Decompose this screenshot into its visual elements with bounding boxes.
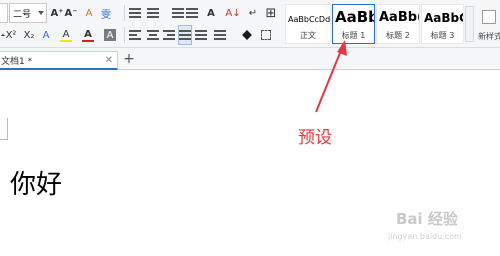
style-sample: AaBb (335, 8, 375, 26)
style-sample: AaBbCcDd (288, 15, 331, 24)
page-margin-marker (0, 118, 8, 140)
align-left-button[interactable] (128, 25, 142, 45)
fill-color-button[interactable] (238, 25, 256, 45)
document-tab[interactable]: 文档1 * ✕ (0, 51, 118, 70)
numbered-list-icon (147, 8, 159, 18)
close-icon[interactable]: ✕ (105, 55, 113, 66)
decrease-indent-button[interactable] (172, 3, 184, 23)
document-tab-label: 文档1 * (1, 56, 33, 67)
text-direction-button[interactable]: A (204, 3, 218, 23)
font-color-button[interactable]: A (80, 25, 96, 45)
ribbon-row-paragraph: · X² X₂ A A A A (0, 25, 285, 45)
align-left-icon (129, 30, 141, 40)
font-color-icon: A (84, 28, 92, 40)
grow-font-button[interactable]: A⁺ (50, 3, 64, 23)
new-style-label: 新样式 (478, 32, 500, 41)
numbered-list-button[interactable] (146, 3, 160, 23)
font-size-dropdown[interactable]: 二号 (9, 3, 47, 23)
align-right-icon (163, 30, 175, 40)
borders-button[interactable] (258, 25, 274, 45)
justify-button[interactable] (178, 25, 192, 45)
style-sample: AaBb( (379, 10, 420, 25)
subscript-button[interactable]: X₂ (22, 25, 36, 45)
style-heading-2[interactable]: AaBb( 标题 2 (376, 4, 420, 44)
char-shading-button[interactable]: A (104, 29, 116, 41)
font-name-dropdown[interactable] (0, 3, 8, 23)
document-text[interactable]: 你好 (10, 164, 62, 201)
distributed-icon (195, 30, 207, 40)
ribbon-toolbar: 二号 A⁺ A⁻ A 雯 A A↓ ↵ ⊞ · X² X₂ A A A A Aa… (0, 0, 500, 48)
annotation-label: 预设 (298, 128, 332, 148)
highlight-button[interactable]: A (58, 25, 74, 45)
new-style-button[interactable]: 新样式 (476, 4, 500, 44)
font-color-bar (82, 39, 94, 42)
style-name: 标题 1 (341, 31, 366, 40)
bullet-list-icon (129, 8, 141, 18)
line-spacing-button[interactable] (212, 25, 228, 45)
align-right-button[interactable] (162, 25, 176, 45)
clear-format-button[interactable]: A (82, 3, 96, 23)
highlight-icon: A (62, 28, 70, 40)
document-tab-bar: 文档1 * ✕ + (0, 48, 500, 70)
style-normal[interactable]: AaBbCcDd 正文 (285, 4, 331, 44)
show-marks-button[interactable]: ↵ (246, 3, 260, 23)
table-button[interactable]: ⊞ (264, 3, 278, 23)
baidu-watermark: Bai 经验 jingyan.baidu.com (388, 206, 500, 246)
font-size-value: 二号 (13, 9, 32, 20)
style-name: 标题 2 (386, 31, 410, 40)
sort-button[interactable]: A↓ (225, 3, 240, 23)
style-heading-3[interactable]: AaBbC 标题 3 (421, 4, 464, 44)
ribbon-row-font: 二号 A⁺ A⁻ A 雯 A A↓ ↵ ⊞ (0, 3, 285, 23)
styles-gallery: AaBbCcDd 正文 AaBb 标题 1 AaBb( 标题 2 AaBbC 标… (285, 2, 500, 45)
style-name: 标题 3 (430, 31, 455, 40)
align-center-icon (147, 30, 159, 40)
bullet-list-button[interactable] (128, 3, 142, 23)
align-center-button[interactable] (146, 25, 160, 45)
text-effect-button[interactable]: A (40, 25, 52, 45)
increase-indent-button[interactable] (186, 3, 198, 23)
decrease-indent-icon (172, 8, 184, 18)
style-heading-1[interactable]: AaBb 标题 1 (332, 4, 375, 44)
divider (124, 27, 125, 43)
new-tab-button[interactable]: + (122, 50, 136, 68)
style-name: 正文 (300, 31, 316, 40)
new-style-icon (482, 10, 496, 24)
chevron-down-icon (38, 11, 44, 15)
gallery-scroll-button[interactable] (465, 6, 474, 42)
justify-icon (179, 30, 191, 40)
increase-indent-icon (186, 8, 198, 18)
watermark-url: jingyan.baidu.com (388, 232, 462, 241)
distributed-button[interactable] (194, 25, 208, 45)
phonetic-guide-button[interactable]: 雯 (99, 3, 113, 23)
watermark-title: Bai 经验 (396, 210, 458, 228)
divider (124, 5, 125, 21)
highlight-color-bar (60, 39, 72, 42)
border-icon (261, 30, 271, 40)
shrink-font-button[interactable]: A⁻ (64, 3, 78, 23)
superscript-button[interactable]: X² (4, 25, 18, 45)
paint-bucket-icon (242, 30, 252, 40)
style-sample: AaBbC (424, 11, 464, 25)
line-spacing-icon (214, 30, 226, 40)
